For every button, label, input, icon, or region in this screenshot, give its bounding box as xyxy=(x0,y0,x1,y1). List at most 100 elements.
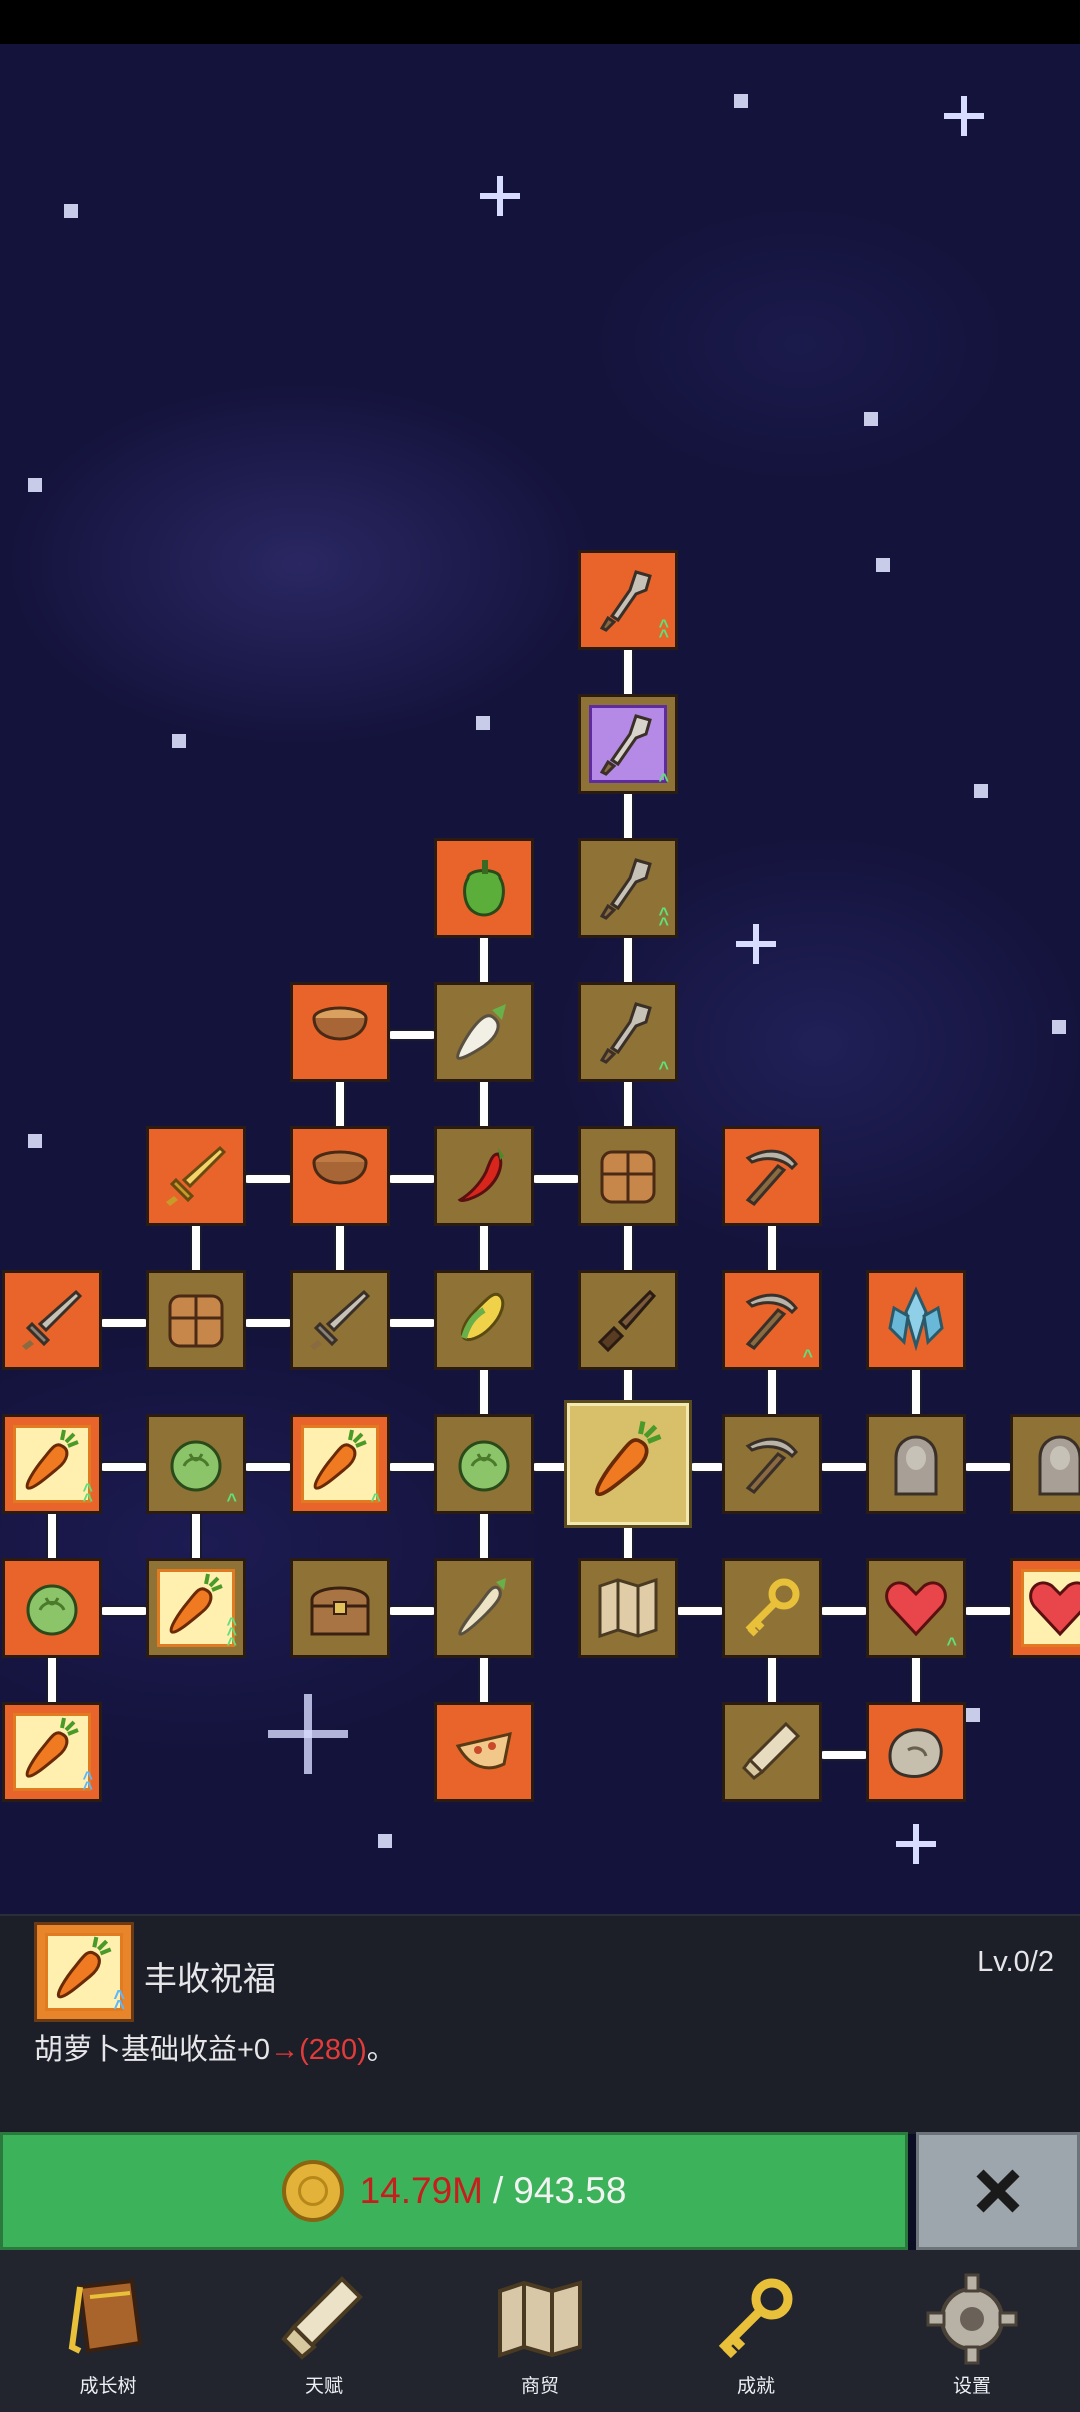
skill-node-carrot-1[interactable]: ^ ^ xyxy=(2,1414,102,1514)
nav-label: 商贸 xyxy=(520,2376,559,2397)
scroll-icon xyxy=(742,1721,801,1780)
skill-node-radish[interactable] xyxy=(434,982,534,1082)
skill-node-wooden-bowl-1[interactable] xyxy=(290,982,390,1082)
skill-node-shovel-3[interactable]: ^ ^ xyxy=(578,838,678,938)
corn-icon xyxy=(460,1292,505,1342)
skill-node-map[interactable] xyxy=(578,1558,678,1658)
crate-icon xyxy=(600,1150,656,1204)
skill-node-chili[interactable] xyxy=(434,1126,534,1226)
skill-name: 丰收祝福 xyxy=(144,1960,276,1997)
skill-node-crate[interactable] xyxy=(578,1126,678,1226)
carrot-icon xyxy=(25,1429,79,1490)
skill-node-carrot-selected[interactable] xyxy=(567,1403,689,1525)
skill-node-heart-2[interactable] xyxy=(1010,1558,1080,1658)
heart-icon xyxy=(885,1581,947,1637)
skill-node-stone-sword-2[interactable] xyxy=(290,1270,390,1370)
sparkle-star xyxy=(268,1694,348,1774)
skill-description: 胡萝卜基础收益+0→(280)。 xyxy=(34,2026,396,2068)
star xyxy=(966,1708,980,1722)
skill-node-cabbage-1[interactable]: ^ xyxy=(146,1414,246,1514)
pizza-slice-icon xyxy=(455,1732,512,1770)
skill-description-next-value: →(280) xyxy=(270,2034,367,2066)
upgrade-arrows-icon: ^ xyxy=(802,1346,813,1366)
nav-growth-tree[interactable]: 成长树 xyxy=(18,2250,198,2412)
skill-node-dagger[interactable] xyxy=(578,1270,678,1370)
nav-trade[interactable]: 商贸 xyxy=(450,2250,630,2412)
shovel-icon xyxy=(599,1002,652,1064)
upgrade-cost: 943.58 xyxy=(513,2170,627,2211)
statue-icon xyxy=(1038,1435,1080,1496)
skill-node-carrot-4[interactable]: ^ ^ xyxy=(2,1702,102,1802)
skill-node-statue-1[interactable] xyxy=(866,1414,966,1514)
upgrade-arrows-icon: ^ ^ xyxy=(113,1987,125,2019)
current-gold: 14.79M xyxy=(359,2170,483,2211)
sparkle-star xyxy=(896,1824,936,1864)
connector xyxy=(964,1463,1012,1471)
connector xyxy=(100,1607,148,1615)
connector xyxy=(480,1222,488,1276)
crate-icon xyxy=(168,1294,224,1348)
skill-node-bell-pepper[interactable] xyxy=(434,838,534,938)
skill-node-pickaxe-3[interactable] xyxy=(722,1414,822,1514)
nav-talent[interactable]: 天赋 xyxy=(234,2250,414,2412)
close-button[interactable] xyxy=(916,2132,1080,2250)
skill-node-cabbage-3[interactable] xyxy=(2,1558,102,1658)
nav-achievements[interactable]: 成就 xyxy=(666,2250,846,2412)
status-bar xyxy=(0,0,1080,44)
upgrade-arrows-icon: ^ ^ xyxy=(658,616,669,646)
skill-node-pizza[interactable] xyxy=(434,1702,534,1802)
skill-node-crystal[interactable] xyxy=(866,1270,966,1370)
connector xyxy=(820,1607,868,1615)
pickaxe-icon xyxy=(745,1437,798,1494)
skill-node-pickaxe-2[interactable]: ^ xyxy=(722,1270,822,1370)
skill-node-wooden-bowl-2[interactable] xyxy=(290,1126,390,1226)
star xyxy=(876,558,890,572)
skill-node-pickaxe-orange[interactable] xyxy=(722,1126,822,1226)
skill-node-parsnip[interactable] xyxy=(434,1558,534,1658)
connector xyxy=(820,1463,868,1471)
skill-node-carrot-3[interactable]: ^ ^ ^ xyxy=(146,1558,246,1658)
treasure-chest-icon xyxy=(310,1586,370,1636)
carrot-icon xyxy=(56,1936,112,1999)
skill-node-cabbage-2[interactable] xyxy=(434,1414,534,1514)
skill-node-crate-2[interactable] xyxy=(146,1270,246,1370)
close-x-icon xyxy=(976,2169,1020,2213)
connector xyxy=(624,1222,632,1276)
map-icon xyxy=(598,1577,658,1639)
dagger-icon xyxy=(597,1289,657,1353)
skill-description-end: 。 xyxy=(366,2034,396,2066)
upgrade-arrows-icon: ^ ^ ^ xyxy=(226,1614,237,1654)
skill-node-golden-key[interactable] xyxy=(722,1558,822,1658)
shovel-icon xyxy=(599,858,652,920)
upgrade-arrows-icon: ^ ^ xyxy=(658,904,669,934)
skill-node-stone-sword-1[interactable] xyxy=(2,1270,102,1370)
skill-node-shovel-4[interactable]: ^ xyxy=(578,982,678,1082)
skill-node-shovel[interactable]: ^ ^ xyxy=(578,550,678,650)
upgrade-arrows-icon: ^ xyxy=(370,1490,381,1510)
connector xyxy=(532,1463,568,1471)
skill-node-golden-sword[interactable] xyxy=(146,1126,246,1226)
nav-label: 设置 xyxy=(952,2376,991,2397)
sparkle-star xyxy=(944,96,984,136)
skill-node-heart-1[interactable]: ^ xyxy=(866,1558,966,1658)
skill-node-carrot-2[interactable]: ^ xyxy=(290,1414,390,1514)
star xyxy=(864,412,878,426)
skill-level: Lv.0/2 xyxy=(977,1946,1054,1978)
nav-settings[interactable]: 设置 xyxy=(882,2250,1062,2412)
golden-key-icon xyxy=(718,2278,793,2359)
skill-node-scroll[interactable] xyxy=(722,1702,822,1802)
skill-node-shovel-enchanted[interactable]: ^ xyxy=(578,694,678,794)
skill-node-corn[interactable] xyxy=(434,1270,534,1370)
connector xyxy=(388,1463,436,1471)
selected-skill-icon: ^ ^ xyxy=(34,1922,134,2022)
skill-node-treasure-chest[interactable] xyxy=(290,1558,390,1658)
connector xyxy=(912,1366,920,1420)
cabbage-icon xyxy=(458,1440,510,1492)
upgrade-arrows-icon: ^ ^ xyxy=(82,1480,93,1510)
nav-label: 成就 xyxy=(736,2376,775,2397)
connector xyxy=(624,790,632,844)
skill-node-statue-2[interactable] xyxy=(1010,1414,1080,1514)
skill-node-stone[interactable] xyxy=(866,1702,966,1802)
upgrade-button[interactable]: 14.79M / 943.58 xyxy=(0,2132,908,2250)
star xyxy=(172,734,186,748)
